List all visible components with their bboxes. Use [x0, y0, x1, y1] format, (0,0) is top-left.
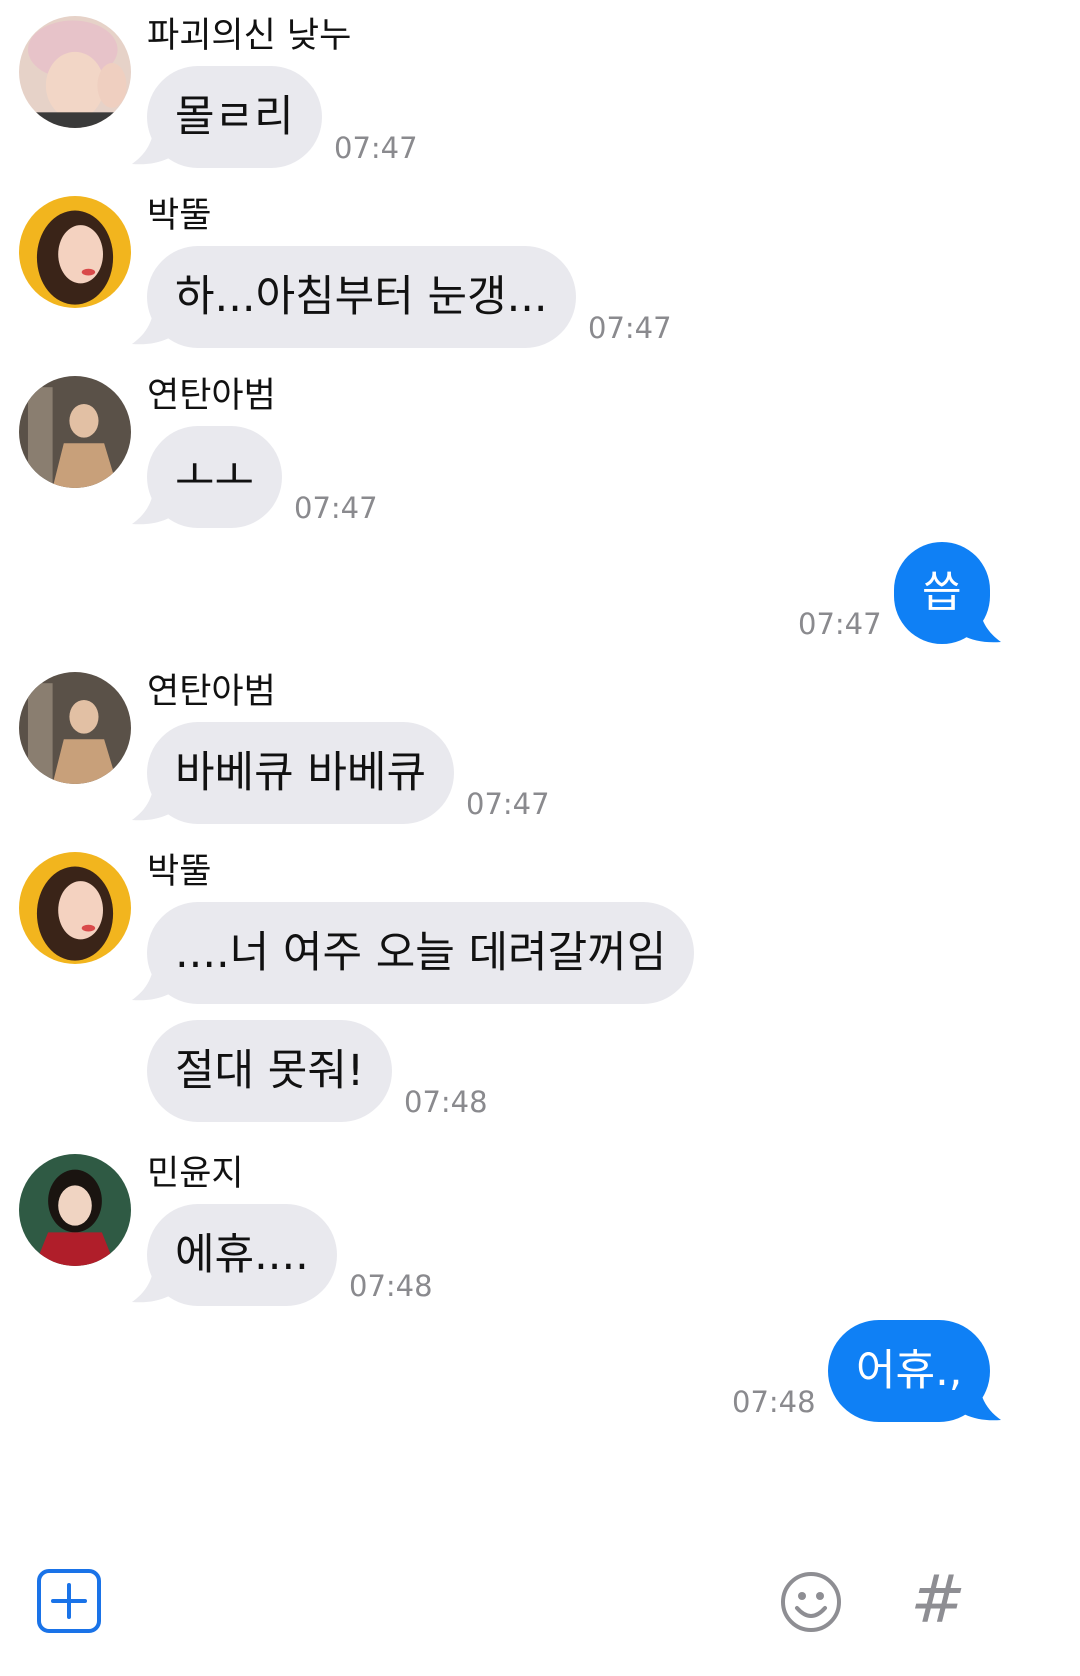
- avatar[interactable]: [19, 16, 131, 128]
- message-bubble[interactable]: 하...아침부터 눈갱...: [147, 246, 576, 348]
- message-timestamp: 07:48: [404, 1085, 488, 1119]
- avatar-photo: [19, 672, 131, 784]
- chat-area: 파괴의신 낮누 몰ㄹ리 07:47 박뚤 하...아침부터 눈갱... 07:4…: [0, 0, 1080, 1540]
- sender-name: 민윤지: [147, 1154, 244, 1194]
- add-icon[interactable]: [37, 1569, 101, 1633]
- sender-name: 박뚤: [147, 852, 212, 892]
- message-timestamp: 07:48: [349, 1269, 433, 1303]
- avatar[interactable]: [19, 376, 131, 488]
- avatar-photo: [19, 196, 131, 308]
- message-bubble[interactable]: 어휴.,: [828, 1320, 991, 1422]
- message-timestamp: 07:47: [588, 311, 672, 345]
- avatar[interactable]: [19, 1154, 131, 1266]
- avatar[interactable]: [19, 852, 131, 964]
- message-bubble[interactable]: 바베큐 바베큐: [147, 722, 455, 824]
- sender-name: 연탄아범: [147, 376, 276, 416]
- message-bubble[interactable]: 몰ㄹ리: [147, 66, 322, 168]
- message-timestamp: 07:47: [798, 607, 882, 641]
- avatar-photo: [19, 16, 131, 128]
- avatar[interactable]: [19, 672, 131, 784]
- emoji-icon[interactable]: [779, 1570, 843, 1634]
- message-bubble[interactable]: ....너 여주 오늘 데려갈꺼임: [147, 902, 695, 1004]
- message-bubble[interactable]: 에휴....: [147, 1204, 337, 1306]
- message-timestamp: 07:47: [294, 491, 378, 525]
- message-bubble[interactable]: 씁: [894, 542, 990, 644]
- hashtag-icon[interactable]: #: [908, 1564, 968, 1636]
- avatar[interactable]: [19, 196, 131, 308]
- message-timestamp: 07:48: [732, 1385, 816, 1419]
- sender-name: 파괴의신 낮누: [147, 16, 352, 56]
- avatar-photo: [19, 852, 131, 964]
- sender-name: 연탄아범: [147, 672, 276, 712]
- message-bubble[interactable]: ㅗㅗ: [147, 426, 283, 528]
- message-timestamp: 07:47: [334, 131, 418, 165]
- avatar-photo: [19, 376, 131, 488]
- avatar-photo: [19, 1154, 131, 1266]
- message-timestamp: 07:47: [466, 787, 550, 821]
- sender-name: 박뚤: [147, 196, 212, 236]
- message-bubble[interactable]: 절대 못줘!: [147, 1020, 393, 1122]
- composer-bar: #: [0, 1540, 1080, 1676]
